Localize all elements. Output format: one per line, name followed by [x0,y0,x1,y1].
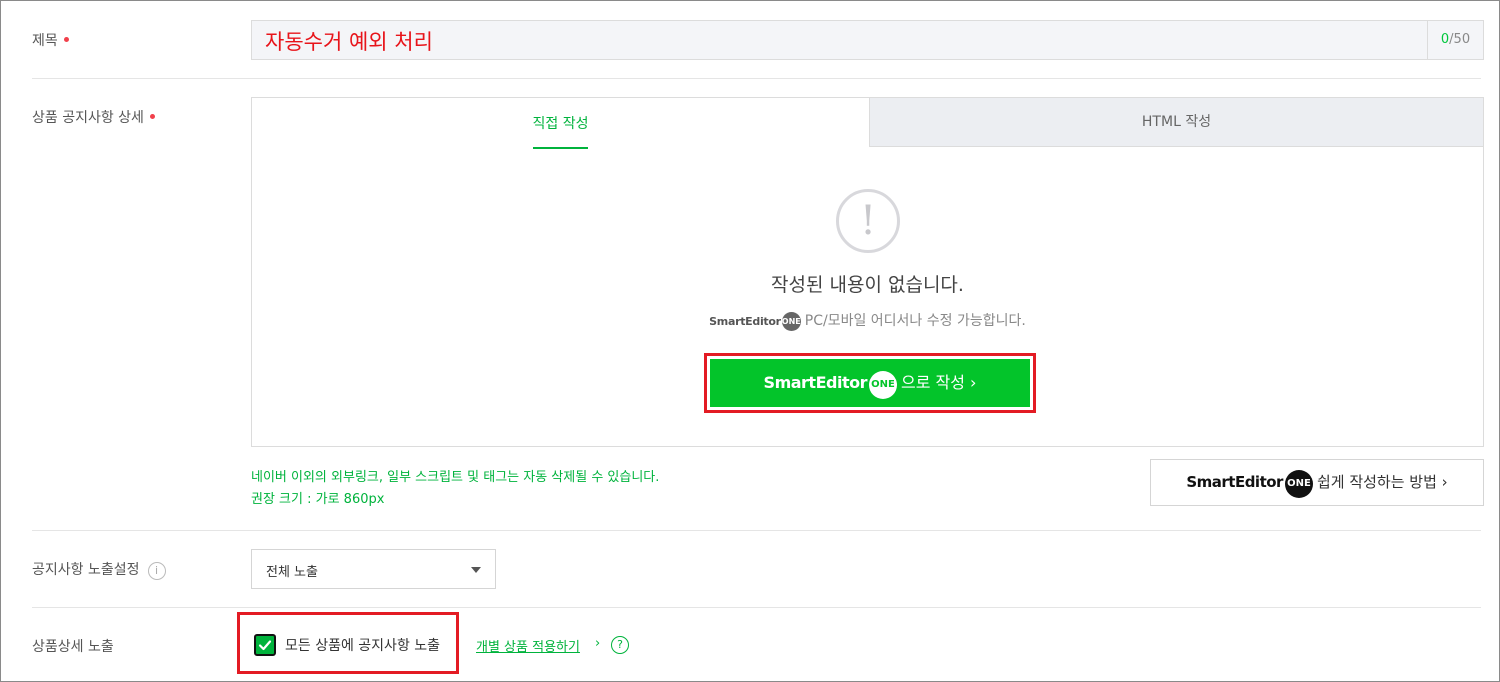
page-frame: 제목 자동수거 예외 처리 0/50 상품 공지사항 상세 직접 작성 HTML… [0,0,1500,682]
title-char-count: 0/50 [1427,21,1483,59]
external-link-notice: 네이버 이외의 외부링크, 일부 스크립트 및 태그는 자동 삭제될 수 있습니… [251,470,660,485]
exposure-select-value: 전체 노출 [266,565,318,580]
smart-editor-desc: PC/모바일 어디서나 수정 가능합니다. [804,313,1026,329]
chevron-right-icon: › [970,373,977,392]
smart-editor-logo: SmartEditor [709,315,781,328]
title-input[interactable]: 자동수거 예외 처리 0/50 [251,20,1484,60]
exposure-select[interactable]: 전체 노출 [251,549,496,589]
smart-editor-howto-button[interactable]: SmartEditor ONE 쉽게 작성하는 방법 › [1150,459,1484,506]
all-products-checkbox[interactable] [254,634,276,656]
individual-product-link[interactable]: 개별 상품 적용하기 [476,636,580,655]
title-value: 자동수거 예외 처리 [265,30,433,54]
recommended-size-notice: 권장 크기 : 가로 860px [251,492,385,507]
divider [32,530,1481,531]
divider [32,78,1481,79]
notice-editor-box: 직접 작성 HTML 작성 ! 작성된 내용이 없습니다. SmartEdito… [251,97,1484,447]
tab-direct-write[interactable]: 직접 작성 [252,98,869,149]
highlight-box: 모든 상품에 공지사항 노출 [237,612,459,674]
all-products-checkbox-label[interactable]: 모든 상품에 공지사항 노출 [285,635,440,655]
caret-down-icon [471,567,481,573]
notice-detail-label: 상품 공지사항 상세 [32,107,155,127]
one-badge-icon: ONE [1284,470,1313,498]
checkmark-icon [258,640,272,651]
chevron-right-icon: › [595,636,601,651]
tab-html-write[interactable]: HTML 작성 [869,98,1483,147]
smart-editor-write-button[interactable]: SmartEditor ONE 으로 작성 › [710,359,1030,407]
highlight-box: SmartEditor ONE 으로 작성 › [704,353,1036,413]
info-icon[interactable]: i [147,562,166,580]
exposure-setting-label: 공지사항 노출설정 i [32,559,166,580]
help-icon[interactable]: ? [611,636,629,654]
smart-editor-info: SmartEditorONE PC/모바일 어디서나 수정 가능합니다. [252,310,1483,331]
one-badge-icon: ONE [781,312,801,331]
title-label: 제목 [32,30,69,50]
chevron-right-icon: › [1441,473,1448,491]
detail-exposure-label: 상품상세 노출 [32,639,114,655]
one-badge-icon: ONE [868,371,897,399]
exclamation-icon: ! [836,189,900,253]
required-dot [63,37,69,42]
empty-message: 작성된 내용이 없습니다. [771,274,964,296]
divider [32,607,1481,608]
required-dot [149,114,155,119]
